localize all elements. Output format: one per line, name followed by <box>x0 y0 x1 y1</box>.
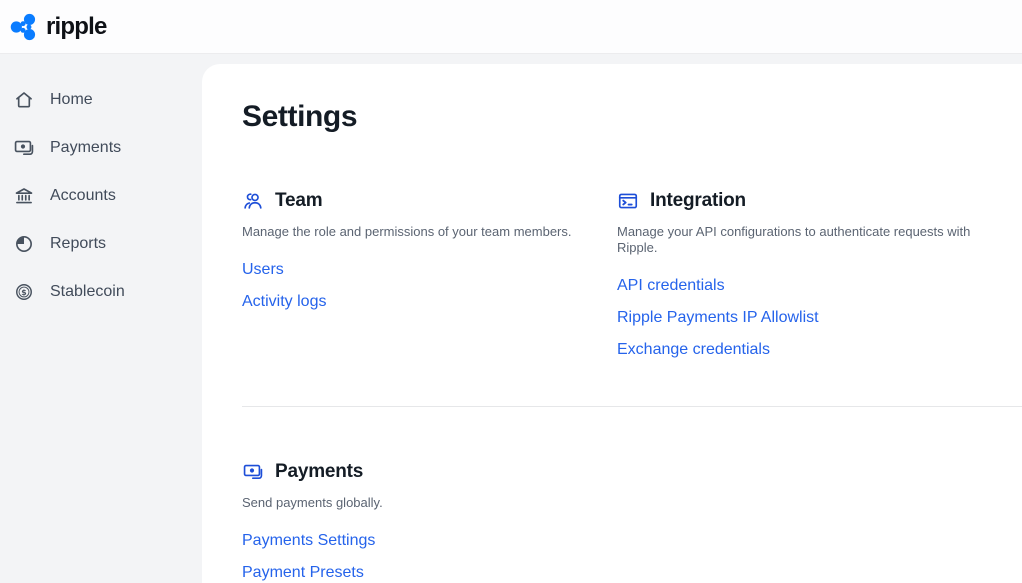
home-icon <box>13 89 35 111</box>
sidebar-item-accounts[interactable]: Accounts <box>0 172 202 220</box>
section-divider <box>242 406 1022 407</box>
banknote-icon <box>13 137 35 159</box>
page-title: Settings <box>242 100 982 134</box>
link-api-credentials[interactable]: API credentials <box>617 270 725 302</box>
section-team: Team Manage the role and permissions of … <box>242 190 617 366</box>
section-title: Integration <box>650 190 746 212</box>
bank-icon <box>13 185 35 207</box>
section-title: Payments <box>275 461 363 483</box>
sidebar-item-reports[interactable]: Reports <box>0 220 202 268</box>
brand-name: ripple <box>46 15 107 39</box>
sidebar-item-stablecoin[interactable]: $ Stablecoin <box>0 268 202 316</box>
sidebar-item-label: Stablecoin <box>50 283 125 301</box>
section-description: Manage the role and permissions of your … <box>242 224 617 240</box>
pie-report-icon <box>13 233 35 255</box>
section-description: Send payments globally. <box>242 495 982 511</box>
link-activity-logs[interactable]: Activity logs <box>242 286 326 318</box>
banknote-icon <box>242 461 264 483</box>
link-users[interactable]: Users <box>242 254 284 286</box>
sidebar-item-label: Payments <box>50 139 121 157</box>
link-ip-allowlist[interactable]: Ripple Payments IP Allowlist <box>617 302 819 334</box>
settings-sections: Team Manage the role and permissions of … <box>242 190 982 366</box>
section-integration: Integration Manage your API configuratio… <box>617 190 982 366</box>
terminal-window-icon <box>617 190 639 212</box>
sidebar-item-label: Home <box>50 91 93 109</box>
sidebar-item-label: Accounts <box>50 187 116 205</box>
coin-dollar-icon: $ <box>13 281 35 303</box>
link-payments-settings[interactable]: Payments Settings <box>242 525 375 557</box>
link-exchange-credentials[interactable]: Exchange credentials <box>617 334 770 366</box>
section-payments: Payments Send payments globally. Payment… <box>242 461 982 583</box>
section-description: Manage your API configurations to authen… <box>617 224 982 256</box>
svg-text:$: $ <box>21 288 26 297</box>
top-bar: ripple <box>0 0 1022 54</box>
sidebar: Home Payments Accounts <box>0 54 202 583</box>
settings-panel: Settings Team Manage the role and permis… <box>202 64 1022 583</box>
link-payment-presets[interactable]: Payment Presets <box>242 557 364 583</box>
brand[interactable]: ripple <box>10 12 107 42</box>
sidebar-item-payments[interactable]: Payments <box>0 124 202 172</box>
sidebar-item-home[interactable]: Home <box>0 76 202 124</box>
users-icon <box>242 190 264 212</box>
section-title: Team <box>275 190 322 212</box>
ripple-logo-icon <box>10 12 40 42</box>
sidebar-item-label: Reports <box>50 235 106 253</box>
